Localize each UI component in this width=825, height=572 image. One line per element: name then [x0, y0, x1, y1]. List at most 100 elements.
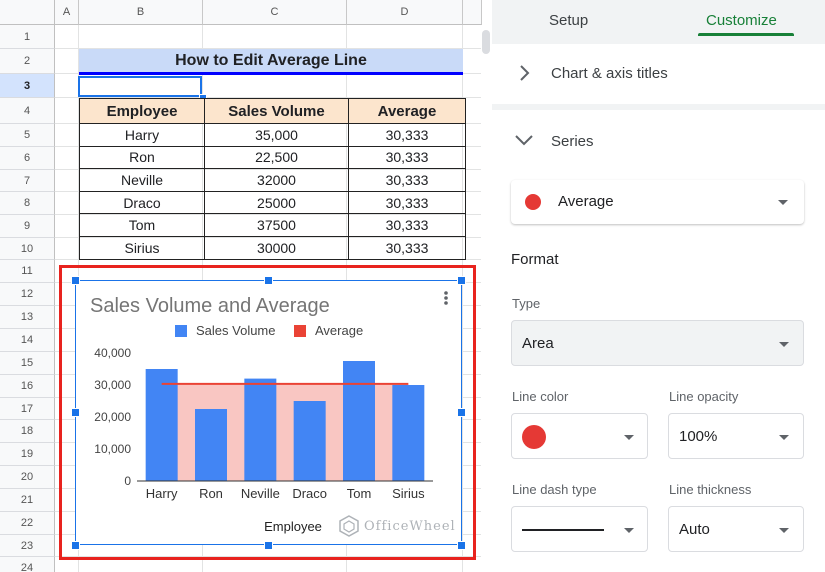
row-header[interactable]: 7: [0, 170, 55, 192]
row-header[interactable]: 12: [0, 283, 55, 306]
legend-swatch-average: [294, 325, 306, 337]
table-cell[interactable]: 37500: [204, 213, 349, 237]
row-header[interactable]: 20: [0, 466, 55, 489]
column-header-c[interactable]: C: [203, 0, 347, 25]
chevron-down-icon: [624, 435, 634, 440]
bar-tom: [343, 361, 375, 481]
tab-customize[interactable]: Customize: [706, 12, 777, 29]
line-opacity-label: Line opacity: [669, 389, 739, 404]
table-cell[interactable]: 30,333: [348, 168, 466, 192]
row-header[interactable]: 3: [0, 74, 55, 98]
section-chart-axis-titles[interactable]: Chart & axis titles: [492, 44, 825, 104]
more-options-icon: [444, 301, 448, 305]
row-header[interactable]: 5: [0, 124, 55, 147]
bar-neville: [244, 378, 277, 481]
header-sales-volume[interactable]: Sales Volume: [204, 98, 349, 124]
line-dash-select[interactable]: [511, 506, 648, 552]
table-cell[interactable]: 30,333: [348, 190, 466, 215]
sheet-title-cell[interactable]: How to Edit Average Line: [79, 49, 463, 72]
table-row: Sirius 30000 30,333: [79, 235, 466, 260]
chevron-down-icon[interactable]: [514, 134, 534, 146]
column-header-b[interactable]: B: [79, 0, 203, 25]
table-cell[interactable]: 25000: [204, 190, 349, 215]
row-header[interactable]: 11: [0, 260, 55, 283]
type-select-value: Area: [522, 335, 554, 352]
more-options-icon: [444, 291, 448, 295]
type-select[interactable]: Area: [511, 320, 804, 366]
series-select[interactable]: Average: [511, 180, 804, 224]
row-header[interactable]: 21: [0, 489, 55, 512]
legend-swatch-sales-volume: [175, 325, 187, 337]
section-title-chart-axis-titles: Chart & axis titles: [551, 65, 668, 82]
table-cell[interactable]: 30,333: [348, 123, 466, 147]
row-header[interactable]: 1: [0, 25, 55, 49]
title-underline: [79, 72, 463, 75]
type-label: Type: [512, 296, 541, 311]
chevron-right-icon: [520, 65, 530, 81]
table-cell[interactable]: Draco: [79, 190, 205, 215]
table-cell[interactable]: 35,000: [204, 123, 349, 147]
column-header-e[interactable]: [463, 0, 482, 25]
bar-sirius: [392, 385, 425, 481]
solid-line-sample: [522, 529, 604, 531]
row-header[interactable]: 6: [0, 147, 55, 170]
row-header[interactable]: 22: [0, 512, 55, 535]
series-color-dot: [525, 194, 541, 210]
row-header[interactable]: 17: [0, 398, 55, 420]
bar-harry: [145, 369, 178, 481]
section-title-series[interactable]: Series: [551, 133, 594, 150]
line-color-swatch: [522, 425, 546, 449]
row-header[interactable]: 14: [0, 329, 55, 352]
line-thickness-label: Line thickness: [669, 482, 752, 497]
officewheel-logo-icon: [339, 515, 359, 537]
spreadsheet-grid[interactable]: A B C D 1 2 3 4 5 6 7 8 9 10 11 12 13 14 15 16 17 18 19 20 2…: [0, 0, 492, 572]
table-row: Draco 25000 30,333: [79, 190, 466, 215]
x-tick-label: Sirius: [392, 486, 425, 501]
row-header[interactable]: 10: [0, 238, 55, 260]
row-header[interactable]: 2: [0, 49, 55, 74]
bar-draco: [293, 401, 326, 481]
select-all-corner[interactable]: [0, 0, 55, 25]
watermark-text: OfficeWheel: [364, 518, 456, 534]
row-header[interactable]: 9: [0, 215, 55, 238]
row-header[interactable]: 19: [0, 443, 55, 466]
line-opacity-value: 100%: [679, 428, 718, 445]
x-tick-label: Harry: [146, 486, 178, 501]
table-cell[interactable]: Neville: [79, 168, 205, 192]
row-header[interactable]: 13: [0, 306, 55, 329]
table-cell[interactable]: Tom: [79, 213, 205, 237]
table-cell[interactable]: 22,500: [204, 145, 349, 170]
table-cell[interactable]: 30,333: [348, 213, 466, 237]
line-opacity-select[interactable]: 100%: [668, 413, 804, 459]
column-header-a[interactable]: A: [55, 0, 79, 25]
table-cell[interactable]: Harry: [79, 123, 205, 147]
tab-setup[interactable]: Setup: [549, 12, 588, 29]
format-title: Format: [511, 251, 559, 268]
row-header[interactable]: 24: [0, 557, 55, 572]
row-header[interactable]: 23: [0, 535, 55, 557]
selected-cell-b3[interactable]: [78, 76, 202, 97]
table-cell[interactable]: Ron: [79, 145, 205, 170]
y-tick-label: 20,000: [94, 410, 131, 424]
row-header[interactable]: 16: [0, 375, 55, 398]
column-header-d[interactable]: D: [347, 0, 463, 25]
header-average[interactable]: Average: [348, 98, 466, 124]
x-tick-label: Ron: [199, 486, 223, 501]
table-cell[interactable]: 32000: [204, 168, 349, 192]
data-table: Employee Sales Volume Average Harry 35,00…: [79, 98, 466, 260]
scrollbar-thumb[interactable]: [482, 30, 490, 54]
table-cell[interactable]: 30,333: [348, 235, 466, 260]
vertical-scrollbar[interactable]: [481, 25, 492, 572]
y-tick-label: 40,000: [94, 346, 131, 360]
row-header[interactable]: 8: [0, 192, 55, 215]
table-row: Neville 32000 30,333: [79, 168, 466, 192]
line-color-select[interactable]: [511, 413, 648, 459]
row-header[interactable]: 18: [0, 420, 55, 443]
table-cell[interactable]: Sirius: [79, 235, 205, 260]
line-thickness-select[interactable]: Auto: [668, 506, 804, 552]
table-cell[interactable]: 30000: [204, 235, 349, 260]
table-cell[interactable]: 30,333: [348, 145, 466, 170]
row-header[interactable]: 15: [0, 352, 55, 375]
header-employee[interactable]: Employee: [79, 98, 205, 124]
row-header[interactable]: 4: [0, 98, 55, 124]
